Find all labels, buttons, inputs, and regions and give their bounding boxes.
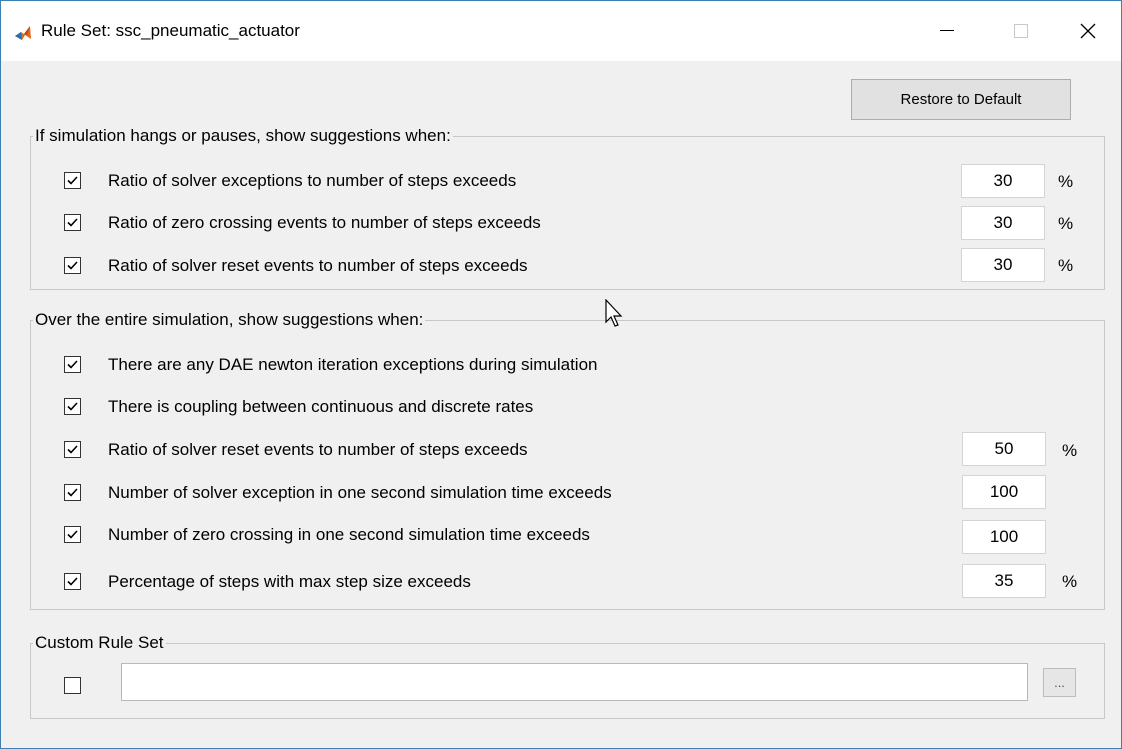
mouse-cursor-icon — [605, 299, 623, 327]
check-icon — [67, 176, 78, 185]
hangs-row-2-unit: % — [1058, 214, 1074, 233]
entire-row-6-label: Percentage of steps with max step size e… — [108, 572, 471, 591]
entire-row-4-label: Number of solver exception in one second… — [108, 483, 612, 502]
entire-row-3-label: Ratio of solver reset events to number o… — [108, 440, 528, 459]
custom-group-title: Custom Rule Set — [33, 632, 166, 654]
browse-button[interactable]: ... — [1043, 668, 1076, 697]
hangs-row-1-checkbox[interactable] — [64, 172, 81, 189]
hangs-row-1-unit: % — [1058, 172, 1074, 191]
check-icon — [67, 218, 78, 227]
entire-row-5-label: Number of zero crossing in one second si… — [108, 525, 590, 544]
check-icon — [67, 261, 78, 270]
hangs-row-3-unit: % — [1058, 256, 1074, 275]
maximize-button[interactable] — [988, 1, 1054, 61]
entire-row-1-checkbox[interactable] — [64, 356, 81, 373]
entire-row-6-unit: % — [1062, 572, 1078, 591]
check-icon — [67, 488, 78, 497]
hangs-row-2-label: Ratio of zero crossing events to number … — [108, 213, 541, 232]
entire-row-6-checkbox[interactable] — [64, 573, 81, 590]
close-icon — [1080, 23, 1096, 39]
check-icon — [67, 530, 78, 539]
hangs-row-3-label: Ratio of solver reset events to number o… — [108, 256, 528, 275]
hangs-group-title: If simulation hangs or pauses, show sugg… — [33, 125, 453, 147]
window-title: Rule Set: ssc_pneumatic_actuator — [41, 21, 300, 40]
hangs-row-1-label: Ratio of solver exceptions to number of … — [108, 171, 517, 190]
entire-row-3-unit: % — [1062, 441, 1078, 460]
entire-row-1-label: There are any DAE newton iteration excep… — [108, 355, 598, 374]
check-icon — [67, 577, 78, 586]
entire-row-6-value-input[interactable]: 35 — [962, 564, 1046, 598]
entire-row-3-value-input[interactable]: 50 — [962, 432, 1046, 466]
restore-default-button[interactable]: Restore to Default — [851, 79, 1071, 120]
entire-row-3-checkbox[interactable] — [64, 441, 81, 458]
title-bar[interactable]: Rule Set: ssc_pneumatic_actuator — [1, 1, 1121, 61]
entire-row-4-value-input[interactable]: 100 — [962, 475, 1046, 509]
minimize-icon — [940, 30, 954, 31]
entire-row-5-value-input[interactable]: 100 — [962, 520, 1046, 554]
entire-row-5-checkbox[interactable] — [64, 526, 81, 543]
hangs-row-3-checkbox[interactable] — [64, 257, 81, 274]
entire-row-2-label: There is coupling between continuous and… — [108, 397, 534, 416]
hangs-row-1-value-input[interactable]: 30 — [961, 164, 1045, 198]
hangs-row-2-checkbox[interactable] — [64, 214, 81, 231]
matlab-icon — [13, 23, 33, 43]
hangs-row-2-value-input[interactable]: 30 — [961, 206, 1045, 240]
check-icon — [67, 402, 78, 411]
check-icon — [67, 445, 78, 454]
entire-row-4-checkbox[interactable] — [64, 484, 81, 501]
maximize-icon — [1014, 24, 1028, 38]
custom-rule-set-checkbox[interactable] — [64, 677, 81, 694]
custom-rule-set-path-input[interactable] — [121, 663, 1028, 701]
entire-group-title: Over the entire simulation, show suggest… — [33, 309, 426, 331]
minimize-button[interactable] — [914, 1, 980, 61]
hangs-row-3-value-input[interactable]: 30 — [961, 248, 1045, 282]
close-button[interactable] — [1055, 1, 1121, 61]
check-icon — [67, 360, 78, 369]
entire-row-2-checkbox[interactable] — [64, 398, 81, 415]
